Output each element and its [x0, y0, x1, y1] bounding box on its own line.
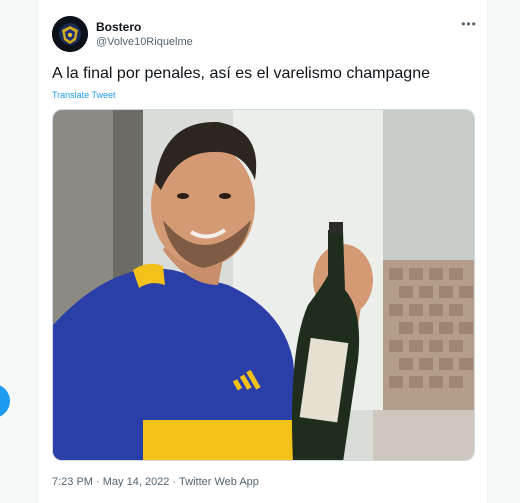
- tweet-time[interactable]: 7:23 PM: [52, 476, 93, 488]
- photo-image: [53, 110, 474, 460]
- compose-tweet-button[interactable]: [0, 384, 10, 418]
- more-horizontal-icon[interactable]: •••: [460, 16, 478, 32]
- translate-tweet-link[interactable]: Translate Tweet: [52, 90, 116, 100]
- tweet-text: A la final por penales, así es el vareli…: [52, 65, 430, 82]
- tweet-timestamp[interactable]: 7:23 PM · May 14, 2022 · Twitter Web App: [52, 476, 259, 488]
- tweet-card: Bostero @Volve10Riquelme ••• A la final …: [37, 0, 488, 503]
- tweet-source: Twitter Web App: [179, 476, 259, 488]
- tweet-date[interactable]: May 14, 2022: [103, 476, 170, 488]
- tweet-media-photo[interactable]: [52, 109, 475, 461]
- separator: ·: [172, 476, 177, 488]
- avatar[interactable]: [52, 16, 88, 52]
- display-name[interactable]: Bostero: [96, 20, 141, 34]
- avatar-image: [52, 16, 88, 52]
- separator: ·: [96, 476, 100, 488]
- user-handle[interactable]: @Volve10Riquelme: [96, 36, 193, 48]
